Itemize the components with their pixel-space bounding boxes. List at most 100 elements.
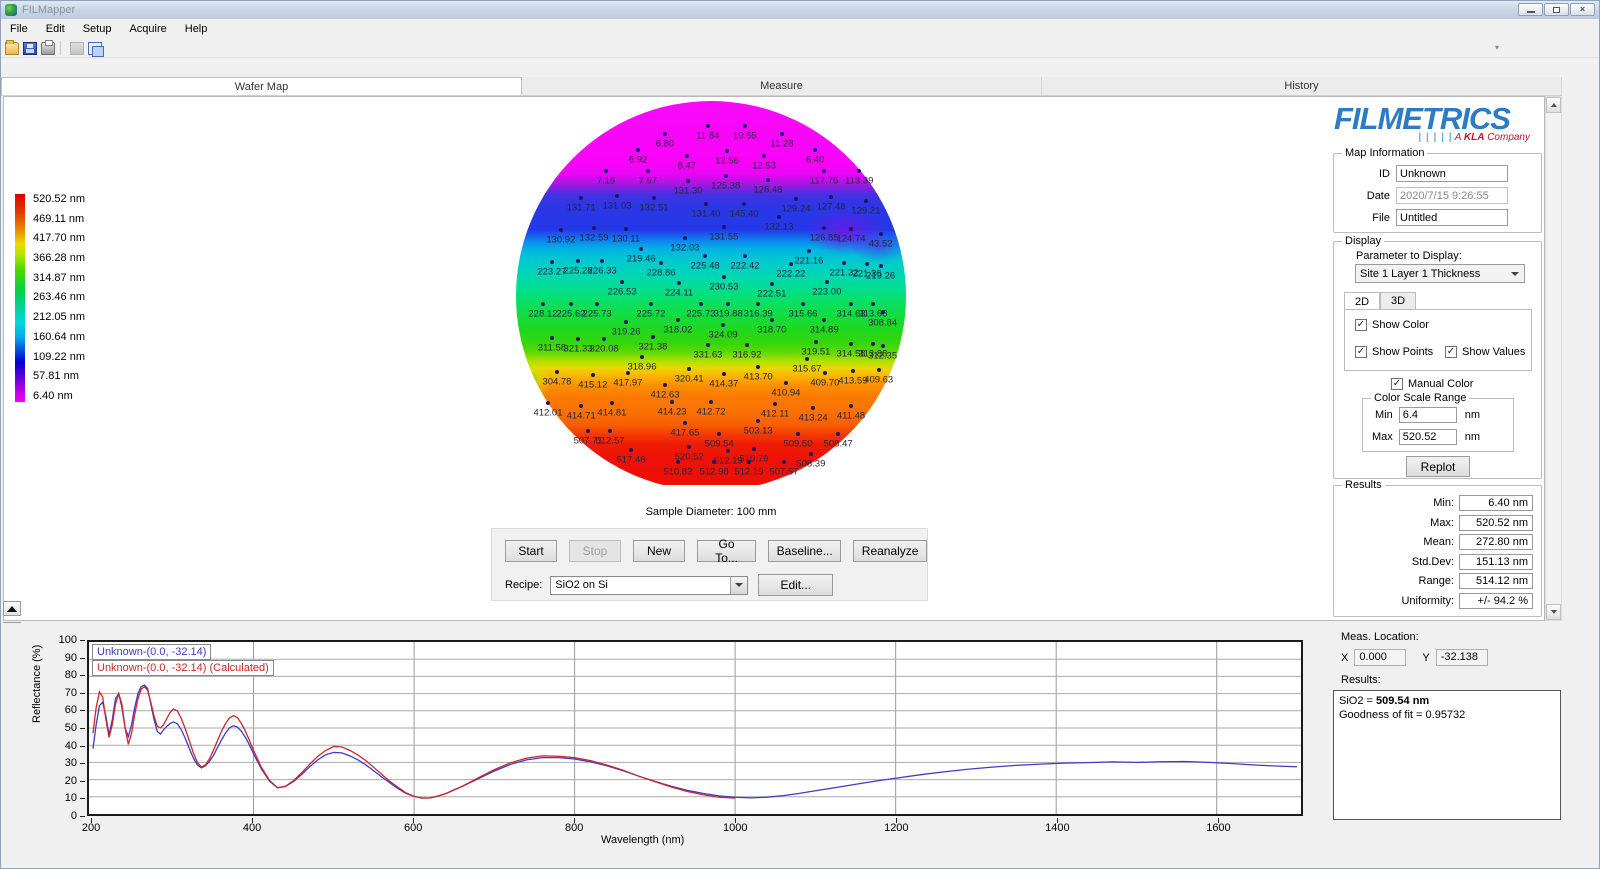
wafer-point-dot[interactable]: [742, 253, 747, 258]
wafer-point-dot[interactable]: [652, 195, 657, 200]
wafer-point-dot[interactable]: [849, 403, 853, 408]
close-button[interactable]: ×: [1570, 3, 1595, 16]
edit-recipe-button[interactable]: Edit...: [758, 574, 834, 596]
wafer-point-dot[interactable]: [675, 459, 680, 464]
parameter-dropdown[interactable]: Site 1 Layer 1 Thickness: [1355, 264, 1525, 283]
wafer-point-dot[interactable]: [726, 448, 731, 453]
wafer-map[interactable]: 6.80 11.84 10.55 11.28 6.92 8.47 12.56 12.53 6.4…: [516, 101, 906, 492]
menu-file[interactable]: File: [1, 20, 37, 38]
new-button[interactable]: New: [633, 540, 685, 562]
y-coordinate-field[interactable]: -32.138: [1435, 649, 1488, 666]
wafer-point-dot[interactable]: [726, 301, 731, 306]
wafer-point-dot[interactable]: [645, 168, 650, 173]
wafer-point-dot[interactable]: [670, 399, 674, 404]
wafer-point-dot[interactable]: [554, 370, 559, 375]
wafer-point-dot[interactable]: [765, 177, 770, 182]
wafer-point-dot[interactable]: [625, 370, 630, 375]
splitter-up-button[interactable]: [3, 601, 21, 616]
tab-2d[interactable]: 2D: [1344, 292, 1380, 310]
file-field[interactable]: Untitled: [1396, 209, 1508, 226]
wafer-point-dot[interactable]: [746, 459, 751, 464]
wafer-point-dot[interactable]: [607, 428, 612, 433]
wafer-point-dot[interactable]: [850, 368, 855, 373]
wafer-point-dot[interactable]: [813, 340, 818, 345]
wafer-point-dot[interactable]: [801, 301, 806, 306]
wafer-point-dot[interactable]: [849, 226, 853, 231]
show-color-checkbox[interactable]: ✓ Show Color: [1355, 319, 1429, 331]
wafer-point-dot[interactable]: [684, 153, 689, 158]
wafer-point-dot[interactable]: [795, 432, 800, 437]
wafer-point-dot[interactable]: [783, 380, 788, 385]
wafer-point-dot[interactable]: [717, 432, 722, 437]
wafer-point-dot[interactable]: [629, 448, 634, 453]
wafer-point-dot[interactable]: [615, 193, 619, 198]
wafer-point-dot[interactable]: [779, 131, 784, 136]
wafer-point-dot[interactable]: [705, 342, 710, 347]
wafer-point-dot[interactable]: [709, 399, 713, 404]
wafer-point-dot[interactable]: [822, 168, 827, 173]
wafer-point-dot[interactable]: [677, 280, 682, 285]
wafer-point-dot[interactable]: [650, 334, 655, 339]
wafer-point-dot[interactable]: [609, 400, 614, 405]
wafer-point-dot[interactable]: [822, 225, 827, 230]
wafer-point-dot[interactable]: [586, 428, 591, 433]
reanalyze-button[interactable]: Reanalyze: [853, 540, 928, 562]
print-icon[interactable]: [41, 39, 55, 55]
wafer-point-dot[interactable]: [576, 336, 580, 341]
wafer-point-dot[interactable]: [549, 335, 554, 340]
wafer-point-dot[interactable]: [880, 310, 885, 315]
wafer-point-dot[interactable]: [756, 418, 761, 423]
wafer-point-dot[interactable]: [602, 336, 607, 341]
wafer-point-dot[interactable]: [811, 405, 816, 410]
title-bar[interactable]: FILMapper ×: [1, 1, 1599, 19]
recipe-dropdown[interactable]: SiO2 on Si: [550, 575, 749, 595]
restore-button[interactable]: [1544, 3, 1569, 16]
wafer-point-dot[interactable]: [639, 354, 644, 359]
wafer-point-dot[interactable]: [742, 123, 747, 128]
toolbar-overflow-icon[interactable]: ▾: [1495, 43, 1499, 52]
wafer-point-dot[interactable]: [662, 382, 667, 387]
wafer-point-dot[interactable]: [841, 260, 846, 265]
wafer-point-dot[interactable]: [804, 356, 809, 361]
wafer-point-dot[interactable]: [772, 402, 777, 407]
menu-setup[interactable]: Setup: [74, 20, 121, 38]
wafer-point-dot[interactable]: [675, 317, 680, 322]
wafer-point-dot[interactable]: [682, 420, 687, 425]
save-icon[interactable]: [23, 41, 37, 55]
tab-history[interactable]: History: [1042, 77, 1562, 95]
wafer-point-dot[interactable]: [636, 147, 641, 152]
wafer-point-dot[interactable]: [769, 281, 774, 286]
wafer-point-dot[interactable]: [620, 279, 625, 284]
plot-area[interactable]: Unknown-(0.0, -32.14) Unknown-(0.0, -32.…: [87, 640, 1303, 816]
wafer-point-dot[interactable]: [540, 301, 545, 306]
wafer-point-dot[interactable]: [756, 364, 761, 369]
wafer-point-dot[interactable]: [705, 123, 710, 128]
wafer-point-dot[interactable]: [878, 263, 883, 268]
scroll-down-button[interactable]: [1546, 604, 1561, 620]
manual-color-checkbox[interactable]: ✓ Manual Color: [1391, 378, 1473, 390]
wafer-point-dot[interactable]: [687, 366, 692, 371]
recipe-dropdown-button[interactable]: [730, 576, 748, 594]
tab-3d[interactable]: 3D: [1380, 292, 1416, 309]
replot-button[interactable]: Replot: [1406, 456, 1470, 477]
wafer-point-dot[interactable]: [604, 168, 609, 173]
wafer-point-dot[interactable]: [579, 403, 584, 408]
show-points-checkbox[interactable]: ✓ Show Points: [1355, 346, 1433, 358]
wafer-point-dot[interactable]: [822, 317, 827, 322]
wafer-point-dot[interactable]: [659, 260, 664, 265]
open-icon[interactable]: [5, 39, 19, 55]
start-button[interactable]: Start: [505, 540, 557, 562]
wafer-point-dot[interactable]: [724, 148, 729, 153]
wafer-point-dot[interactable]: [857, 168, 862, 173]
wafer-point-dot[interactable]: [788, 262, 793, 267]
wafer-point-dot[interactable]: [744, 342, 749, 347]
wafer-point-dot[interactable]: [721, 372, 726, 376]
wafer-point-dot[interactable]: [568, 301, 573, 306]
menu-help[interactable]: Help: [176, 20, 217, 38]
wafer-point-dot[interactable]: [576, 258, 580, 263]
wafer-point-dot[interactable]: [870, 301, 875, 306]
wafer-point-dot[interactable]: [781, 459, 786, 464]
wafer-point-dot[interactable]: [762, 153, 767, 158]
wafer-point-dot[interactable]: [878, 231, 883, 236]
wafer-point-dot[interactable]: [623, 319, 628, 324]
